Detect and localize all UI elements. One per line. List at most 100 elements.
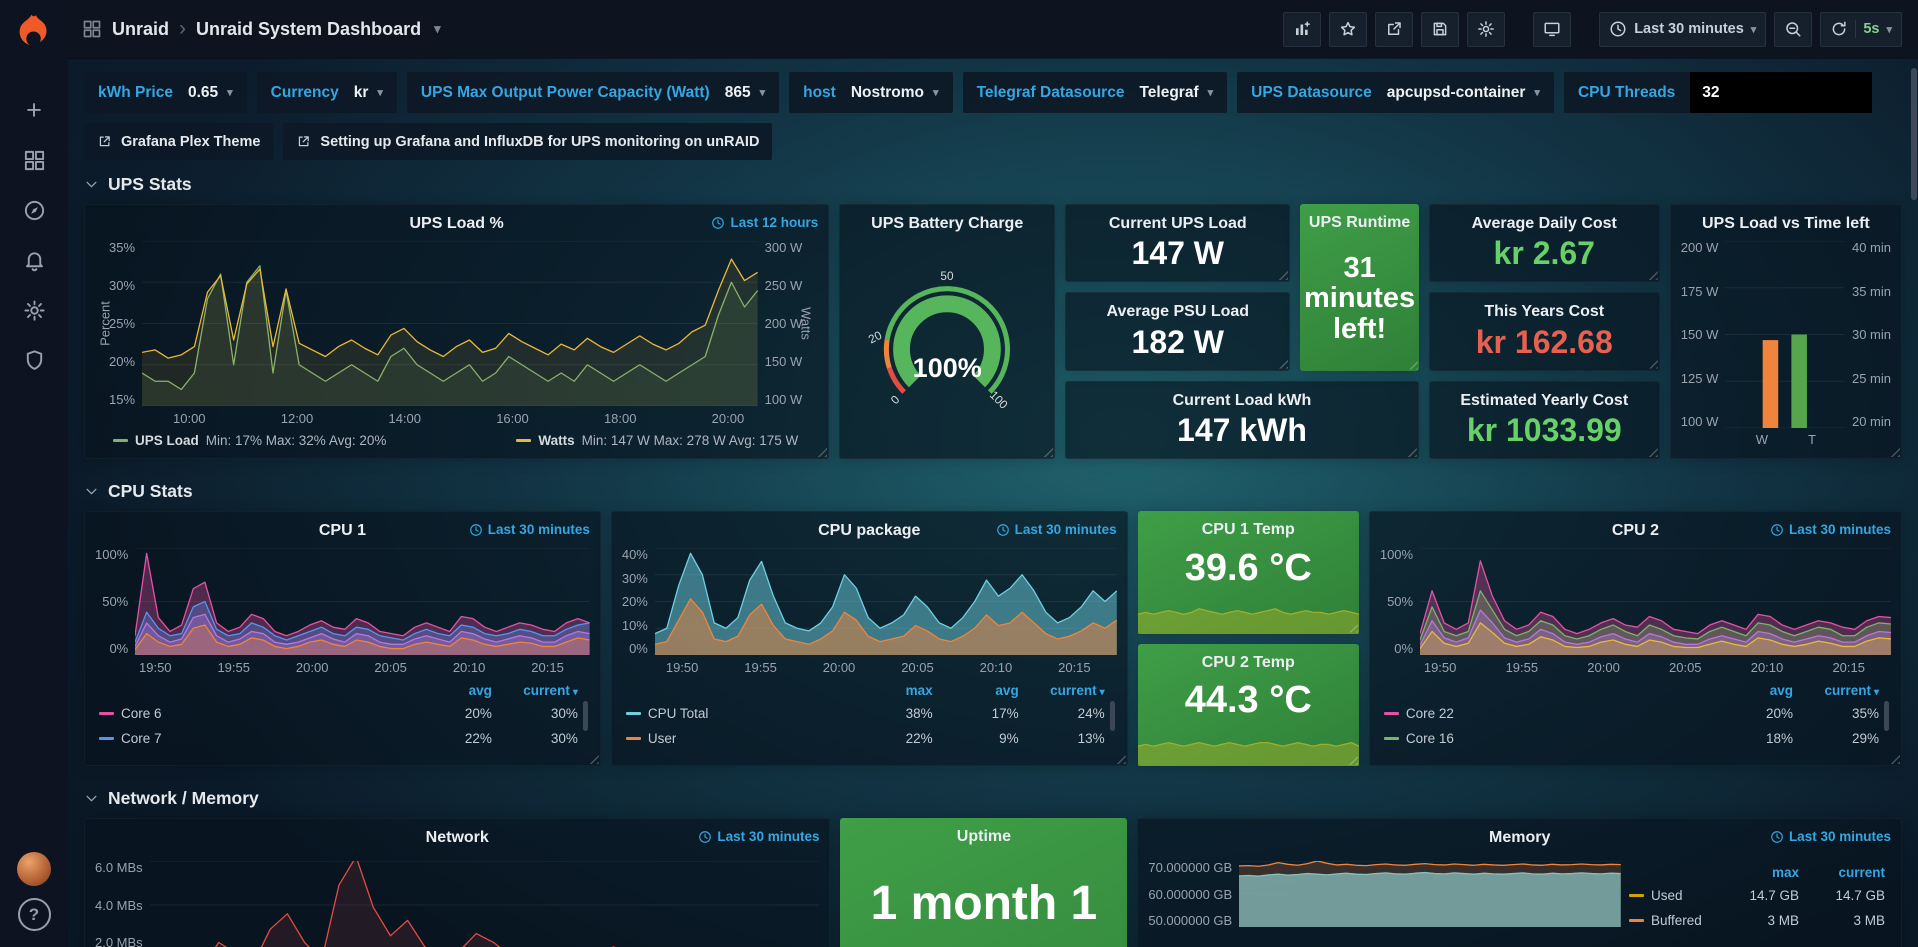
legend-item-watts[interactable]: Watts Min: 147 W Max: 278 W Avg: 175 W bbox=[516, 433, 798, 448]
panel-title[interactable]: Estimated Yearly Cost bbox=[1430, 382, 1659, 412]
legend-column-header[interactable]: avg bbox=[1707, 683, 1793, 698]
series-swatch bbox=[99, 712, 114, 715]
legend-row-used[interactable]: Used 14.7 GB 14.7 GB bbox=[1629, 883, 1885, 908]
legend-scrollbar[interactable] bbox=[1884, 701, 1889, 731]
panel-title[interactable]: Current Load kWh bbox=[1066, 382, 1418, 412]
network-plot[interactable] bbox=[150, 861, 820, 947]
ups-load-plot[interactable] bbox=[142, 241, 758, 406]
legend-row-core6[interactable]: Core 6 20% 30% bbox=[99, 701, 578, 726]
main-area: Unraid › Unraid System Dashboard ▾ bbox=[68, 0, 1918, 947]
scrollbar-thumb[interactable] bbox=[1911, 68, 1917, 200]
grafana-logo[interactable] bbox=[13, 12, 55, 54]
variable-value-dropdown[interactable]: Telegraf▾ bbox=[1139, 84, 1213, 102]
cpu-temp-column: CPU 1 Temp 39.6 °C CPU 2 Temp 44.3 °C bbox=[1138, 511, 1359, 766]
variable-label: host bbox=[803, 84, 836, 102]
legend-column-header[interactable]: current▾ bbox=[1019, 683, 1105, 698]
legend-column-header[interactable]: avg bbox=[933, 683, 1019, 698]
panel-time-range[interactable]: Last 30 minutes bbox=[996, 522, 1117, 537]
y-axis-left: 6.0 MBs 4.0 MBs 2.0 MBs bbox=[95, 861, 150, 947]
legend-row-core7[interactable]: Core 7 22% 30% bbox=[99, 726, 578, 751]
legend-item-ups-load[interactable]: UPS Load Min: 17% Max: 32% Avg: 20% bbox=[113, 433, 386, 448]
star-button[interactable] bbox=[1329, 12, 1367, 47]
variable-value-dropdown[interactable]: apcupsd-container▾ bbox=[1387, 84, 1540, 102]
variable-value-dropdown[interactable]: Nostromo▾ bbox=[851, 84, 939, 102]
sort-caret-icon: ▾ bbox=[1100, 687, 1105, 698]
legend-scrollbar[interactable] bbox=[583, 701, 588, 731]
cpu-threads-input[interactable] bbox=[1690, 72, 1872, 113]
row-header-ups-stats[interactable]: UPS Stats bbox=[84, 164, 1902, 204]
panel-time-range[interactable]: Last 12 hours bbox=[711, 215, 818, 230]
row-header-network-memory[interactable]: Network / Memory bbox=[84, 778, 1902, 818]
panel-title[interactable]: Uptime bbox=[840, 818, 1127, 848]
link-grafana-plex-theme[interactable]: Grafana Plex Theme bbox=[84, 123, 273, 160]
svg-text:20: 20 bbox=[867, 329, 885, 347]
legend-row-buffered[interactable]: Buffered 3 MB 3 MB bbox=[1629, 908, 1885, 933]
panel-title[interactable]: UPS Battery Charge bbox=[840, 205, 1054, 235]
link-ups-monitoring-guide[interactable]: Setting up Grafana and InfluxDB for UPS … bbox=[283, 123, 772, 160]
legend-row-user[interactable]: User 22% 9% 13% bbox=[626, 726, 1105, 751]
battery-gauge: 02050100 100% bbox=[846, 235, 1048, 450]
cpu-package-plot[interactable] bbox=[655, 548, 1117, 655]
panel-title[interactable]: UPS Load vs Time left bbox=[1671, 205, 1901, 235]
variable-value-dropdown[interactable]: kr▾ bbox=[354, 84, 383, 102]
legend-scrollbar[interactable] bbox=[1110, 701, 1115, 731]
sidebar-item-server-admin[interactable] bbox=[11, 338, 57, 382]
legend-column-header[interactable]: max bbox=[1713, 865, 1799, 880]
sidebar-item-configuration[interactable] bbox=[11, 288, 57, 332]
legend-column-header[interactable]: current▾ bbox=[492, 683, 578, 698]
share-button[interactable] bbox=[1375, 12, 1413, 47]
panel-title[interactable]: CPU 2 Temp bbox=[1138, 644, 1359, 674]
refresh-picker[interactable]: 5s ▾ bbox=[1820, 12, 1902, 47]
y-tick: 35 min bbox=[1852, 285, 1891, 298]
panel-title[interactable]: CPU 1 Temp bbox=[1138, 511, 1359, 541]
title-caret-icon[interactable]: ▾ bbox=[434, 21, 441, 37]
variable-value-dropdown[interactable]: 865▾ bbox=[725, 84, 765, 102]
series-swatch bbox=[1629, 894, 1644, 897]
panel-time-range[interactable]: Last 30 minutes bbox=[1770, 522, 1891, 537]
legend-row-core22[interactable]: Core 22 20% 35% bbox=[1384, 701, 1879, 726]
legend-column-header[interactable]: current bbox=[1799, 865, 1885, 880]
y-axis-left: 100% 50% 0% bbox=[1380, 548, 1420, 655]
stat-value: kr 162.68 bbox=[1430, 323, 1659, 369]
row-header-cpu-stats[interactable]: CPU Stats bbox=[84, 471, 1902, 511]
y-tick: 6.0 MBs bbox=[95, 861, 143, 874]
sidebar-item-explore[interactable] bbox=[11, 188, 57, 232]
panel-title[interactable]: UPS Runtime bbox=[1300, 204, 1418, 234]
y-tick: 0% bbox=[109, 642, 128, 655]
panel-time-range[interactable]: Last 30 minutes bbox=[1770, 829, 1891, 844]
series-swatch bbox=[1384, 737, 1399, 740]
memory-plot[interactable] bbox=[1239, 861, 1621, 927]
dashboard-settings-button[interactable] bbox=[1467, 12, 1505, 47]
breadcrumb-folder[interactable]: Unraid bbox=[112, 19, 169, 40]
ups-bars-plot[interactable] bbox=[1725, 241, 1845, 428]
help-icon[interactable]: ? bbox=[18, 898, 51, 931]
user-avatar[interactable] bbox=[17, 852, 51, 886]
sidebar-item-alerting[interactable] bbox=[11, 238, 57, 282]
legend-column-header[interactable]: current▾ bbox=[1793, 683, 1879, 698]
y-tick: 20% bbox=[109, 355, 135, 368]
legend-column-header[interactable]: avg bbox=[406, 683, 492, 698]
legend-row-core16[interactable]: Core 16 18% 29% bbox=[1384, 726, 1879, 751]
y-tick: 150 W bbox=[1681, 328, 1719, 341]
panel-time-range[interactable]: Last 30 minutes bbox=[698, 829, 819, 844]
legend-column-header[interactable]: max bbox=[847, 683, 933, 698]
save-button[interactable] bbox=[1421, 12, 1459, 47]
tv-mode-button[interactable] bbox=[1533, 12, 1571, 47]
y-tick: 175 W bbox=[1681, 285, 1719, 298]
variable-value-dropdown[interactable]: 0.65▾ bbox=[188, 84, 233, 102]
clock-icon bbox=[698, 830, 712, 844]
legend-row-cpu-total[interactable]: CPU Total 38% 17% 24% bbox=[626, 701, 1105, 726]
add-panel-button[interactable] bbox=[1283, 12, 1321, 47]
sidebar-item-dashboards[interactable] bbox=[11, 138, 57, 182]
time-range-picker[interactable]: Last 30 minutes ▾ bbox=[1599, 12, 1766, 47]
cpu2-plot[interactable] bbox=[1420, 548, 1891, 655]
panel-title[interactable]: Average Daily Cost bbox=[1430, 205, 1659, 235]
panel-title[interactable]: Average PSU Load bbox=[1066, 293, 1289, 323]
cpu1-plot[interactable] bbox=[135, 548, 590, 655]
page-title[interactable]: Unraid System Dashboard bbox=[196, 19, 421, 40]
sidebar-item-create[interactable]: + bbox=[11, 88, 57, 132]
zoom-out-button[interactable] bbox=[1774, 12, 1812, 47]
panel-title[interactable]: Current UPS Load bbox=[1066, 205, 1289, 235]
panel-title[interactable]: This Years Cost bbox=[1430, 293, 1659, 323]
panel-time-range[interactable]: Last 30 minutes bbox=[469, 522, 590, 537]
